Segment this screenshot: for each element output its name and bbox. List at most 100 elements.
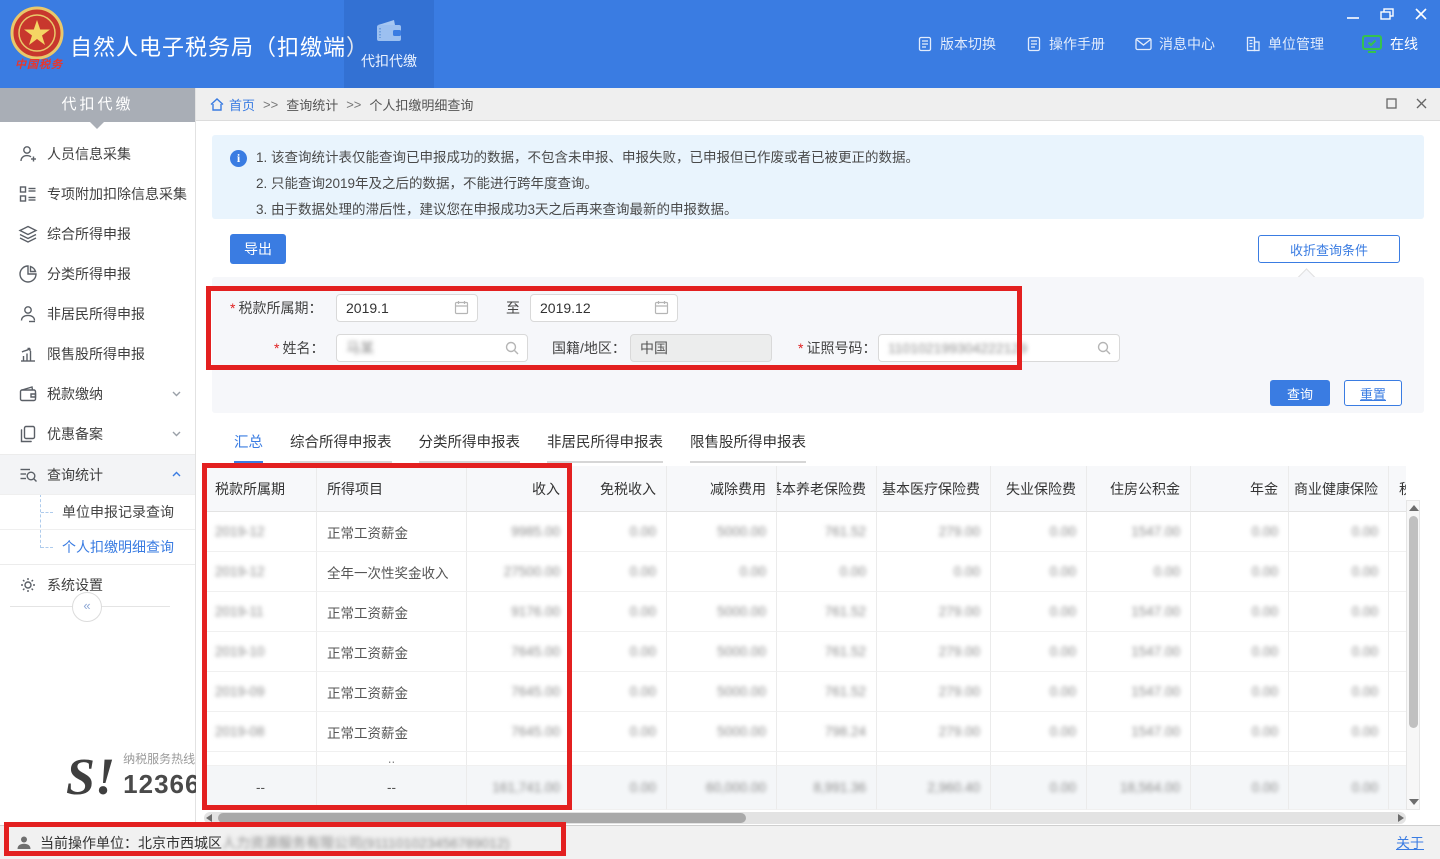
sidebar-item[interactable]: 限售股所得申报 <box>0 334 195 374</box>
breadcrumb-home[interactable]: 首页 <box>210 95 255 114</box>
table-header-cell: 住房公积金 <box>1087 466 1191 512</box>
redacted-value: 0.00 <box>840 564 866 579</box>
panel-maximize-icon[interactable] <box>1386 98 1398 110</box>
id-number-label: *证照号码： <box>798 334 876 362</box>
table-cell <box>1389 766 1406 810</box>
table-cell: 0.00 <box>877 552 991 592</box>
table-cell: 0.00 <box>571 672 667 712</box>
breadcrumb-item-query-stats[interactable]: 查询统计 <box>286 95 338 114</box>
nav-item[interactable]: 操作手册 <box>1026 34 1105 54</box>
search-icon[interactable] <box>1096 340 1112 356</box>
close-icon[interactable] <box>1414 8 1428 20</box>
period-to-input[interactable]: 2019.12 <box>530 294 678 322</box>
sidebar-item[interactable]: 查询统计 <box>0 454 195 494</box>
table-cell: 正常工资薪金 <box>317 712 467 752</box>
table-row: 2019-12正常工资薪金9985.000.005000.00761.52279… <box>205 512 1406 552</box>
required-mark: * <box>274 340 279 356</box>
redacted-value: 0.00 <box>630 684 656 699</box>
horizontal-scrollbar-thumb[interactable] <box>218 813 746 823</box>
copy-icon <box>18 424 38 444</box>
scroll-down-icon[interactable] <box>1409 799 1419 805</box>
sidebar-subitem[interactable]: 单位申报记录查询 <box>0 494 195 529</box>
tab[interactable]: 分类所得申报表 <box>419 431 521 463</box>
tab-withholding-module[interactable]: 代扣代缴 <box>344 0 434 88</box>
info-icon: i <box>230 150 247 167</box>
table-cell: 279.00 <box>877 632 991 672</box>
sidebar-item[interactable]: 专项附加扣除信息采集 <box>0 174 195 214</box>
result-tabs: 汇总综合所得申报表分类所得申报表非居民所得申报表限售股所得申报表 <box>234 431 806 463</box>
horizontal-scrollbar[interactable] <box>204 812 1406 824</box>
redacted-value: 0.00 <box>954 564 980 579</box>
redacted-value: 2019-09 <box>215 684 265 699</box>
table-cell: 0.00 <box>1191 712 1289 752</box>
scroll-up-icon[interactable] <box>1409 505 1419 511</box>
table-cell: 7645.00 <box>467 672 571 712</box>
about-link[interactable]: 关于 <box>1396 833 1424 853</box>
redacted-value: 0.00 <box>1352 564 1378 579</box>
sidebar-item[interactable]: 非居民所得申报 <box>0 294 195 334</box>
table-cell <box>1389 752 1406 766</box>
redacted-value: 0.00 <box>630 724 656 739</box>
table-cell: 1547.00 <box>1087 592 1191 632</box>
redacted-value: 0.00 <box>1252 564 1278 579</box>
calendar-icon <box>654 300 670 316</box>
table-cell <box>1389 632 1406 672</box>
table-cell: 0.00 <box>1289 632 1389 672</box>
query-button[interactable]: 查询 <box>1270 380 1330 406</box>
table-cell: 0.00 <box>1289 712 1389 752</box>
export-button[interactable]: 导出 <box>230 234 286 264</box>
tab[interactable]: 限售股所得申报表 <box>690 431 806 463</box>
collapse-filters-button[interactable]: 收折查询条件 <box>1258 235 1400 263</box>
redacted-value: 2019-10 <box>215 644 265 659</box>
sidebar-item[interactable]: 综合所得申报 <box>0 214 195 254</box>
minimize-icon[interactable] <box>1346 8 1360 20</box>
table-header-cell: 免税收入 <box>571 466 667 512</box>
redacted-value: 0.00 <box>1050 524 1076 539</box>
scroll-left-icon[interactable] <box>206 814 212 822</box>
table-cell: 1547.00 <box>1087 672 1191 712</box>
table-cell: 1547.00 <box>1087 632 1191 672</box>
person-add-icon <box>18 144 38 164</box>
table-row: 2019-08正常工资薪金7645.000.005000.00798.24279… <box>205 712 1406 752</box>
restore-icon[interactable] <box>1380 8 1394 20</box>
table-totals-row: ----161,741.000.0060,000.008,991.362,960… <box>205 766 1406 810</box>
sidebar-subitem-active[interactable]: 个人扣缴明细查询 <box>0 529 195 564</box>
redacted-value: 0.00 <box>630 644 656 659</box>
period-from-input[interactable]: 2019.1 <box>336 294 478 322</box>
tab-active[interactable]: 汇总 <box>234 431 263 463</box>
redacted-value: 0.00 <box>1050 684 1076 699</box>
table-row: .. <box>205 752 1406 766</box>
reset-button[interactable]: 重置 <box>1344 380 1402 406</box>
nav-item[interactable]: 版本切换 <box>917 34 996 54</box>
vertical-scrollbar-thumb[interactable] <box>1409 516 1418 728</box>
vertical-scrollbar[interactable] <box>1406 500 1420 810</box>
sidebar-item[interactable]: 分类所得申报 <box>0 254 195 294</box>
app-header: 中国税务 自然人电子税务局（扣缴端） 代扣代缴 版本切换操作手册消息中心单位管理… <box>0 0 1440 88</box>
sidebar-item[interactable]: 人员信息采集 <box>0 134 195 174</box>
chevron-down-icon <box>171 388 183 400</box>
nav-item[interactable]: 消息中心 <box>1135 34 1215 54</box>
user-icon <box>16 835 32 851</box>
scroll-right-icon[interactable] <box>1398 814 1404 822</box>
panel-close-icon[interactable] <box>1416 98 1428 110</box>
search-icon[interactable] <box>504 340 520 356</box>
table-cell: 0.00 <box>571 712 667 752</box>
name-input[interactable]: 马某 <box>336 334 528 362</box>
id-number-input[interactable]: 110102199304222129 <box>878 334 1120 362</box>
table-cell: 60,000.00 <box>667 766 777 810</box>
table-cell: 正常工资薪金 <box>317 632 467 672</box>
tab[interactable]: 综合所得申报表 <box>290 431 392 463</box>
sidebar-item[interactable]: 税款缴纳 <box>0 374 195 414</box>
tab[interactable]: 非居民所得申报表 <box>547 431 663 463</box>
redacted-value: 7645.00 <box>511 644 560 659</box>
table-cell <box>1389 552 1406 592</box>
table-cell: 全年一次性奖金收入 <box>317 552 467 592</box>
results-table: 税款所属期所得项目收入免税收入减除费用基本养老保险费基本医疗保险费失业保险费住房… <box>204 466 1406 810</box>
sidebar-item[interactable]: 优惠备案 <box>0 414 195 454</box>
sidebar-collapse-button[interactable]: « <box>72 592 102 622</box>
table-cell <box>1389 592 1406 632</box>
table-cell: 5000.00 <box>667 712 777 752</box>
table-cell: 279.00 <box>877 712 991 752</box>
nav-item[interactable]: 单位管理 <box>1245 34 1324 54</box>
table-cell: 0.00 <box>571 766 667 810</box>
